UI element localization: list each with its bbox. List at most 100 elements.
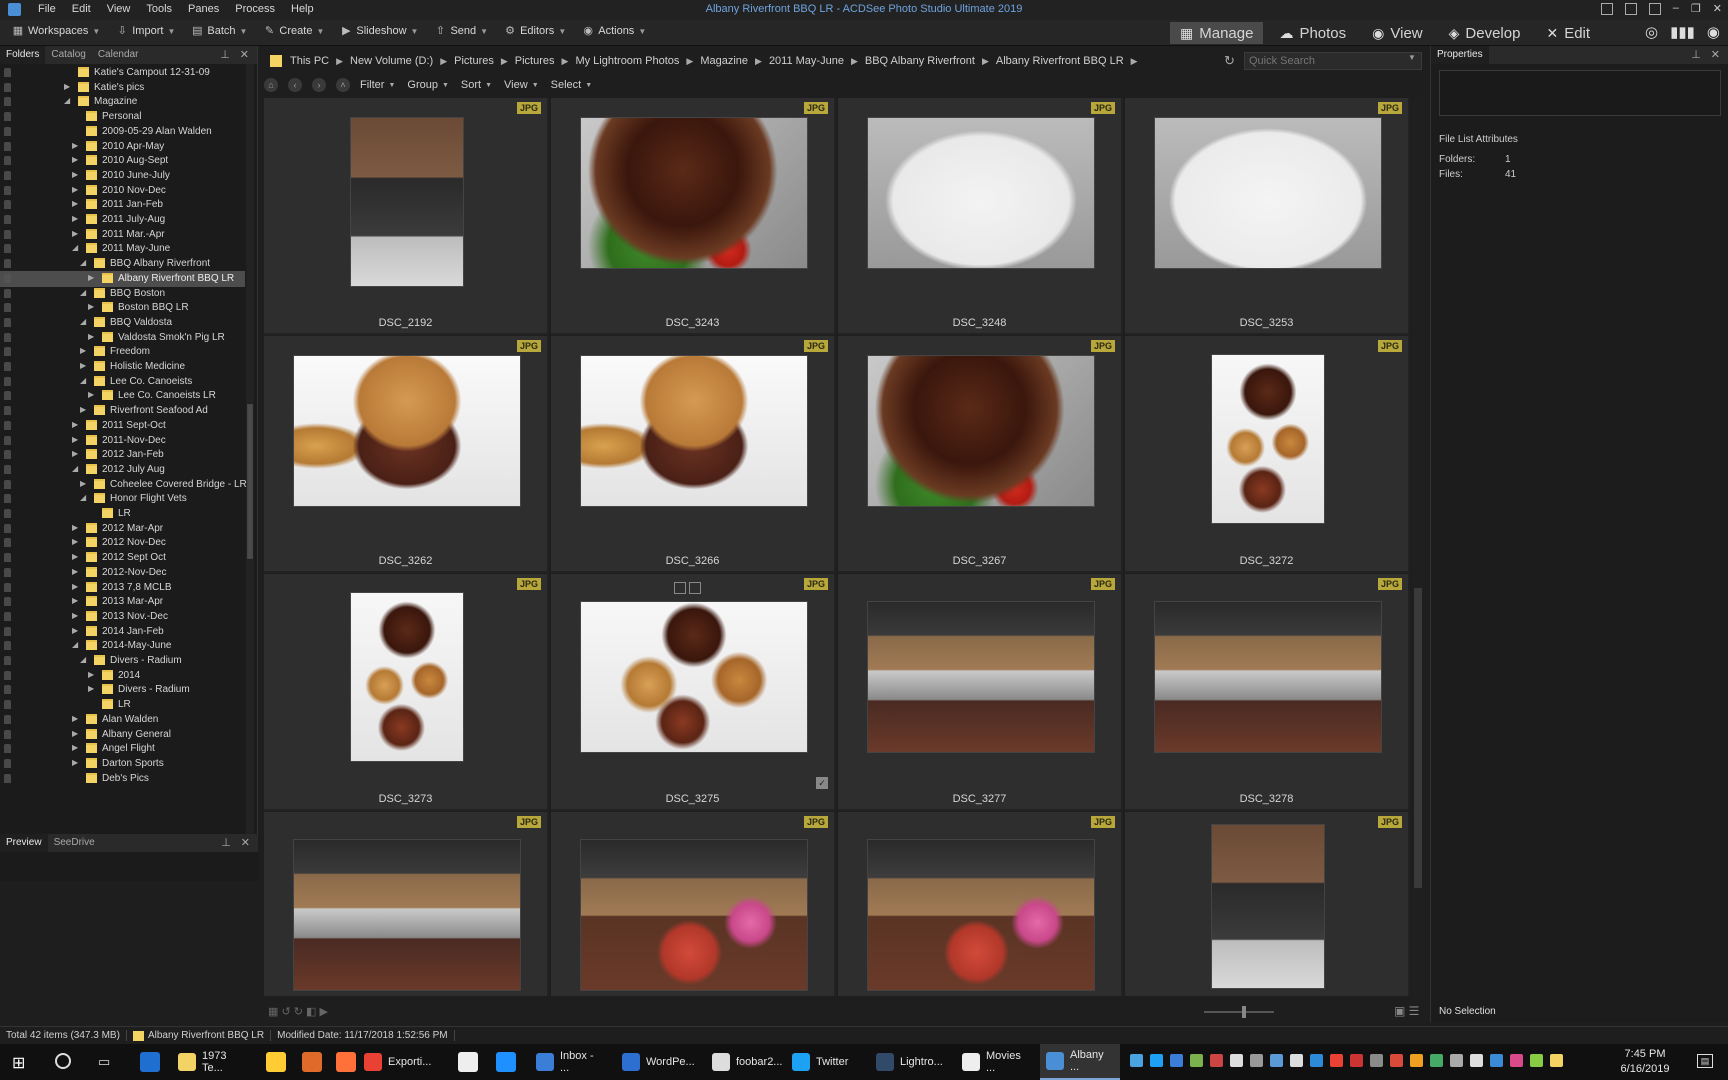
expand-toggle-icon[interactable]: ▶ [72, 214, 82, 223]
expand-toggle-icon[interactable]: ◢ [72, 464, 82, 473]
thumbnail-cell[interactable]: JPG [838, 812, 1123, 996]
breadcrumb-item[interactable]: BBQ Albany Riverfront ▶ [865, 55, 996, 67]
folder-tree-item[interactable]: ▶ 2011-Nov-Dec [0, 433, 245, 449]
folder-tree-item[interactable]: ▶ Divers - Radium [0, 682, 245, 698]
thumbnail-image[interactable] [293, 355, 521, 507]
expand-toggle-icon[interactable]: ▶ [72, 626, 82, 635]
expand-toggle-icon[interactable]: ▶ [88, 273, 98, 282]
tag-checkbox-icon[interactable]: ✓ [816, 777, 828, 789]
minimize-icon[interactable]: – [1673, 2, 1679, 15]
expand-toggle-icon[interactable]: ◢ [64, 96, 74, 105]
expand-toggle-icon[interactable]: ▶ [88, 670, 98, 679]
menu-file[interactable]: File [30, 3, 64, 15]
folder-tree-item[interactable]: ◢ BBQ Boston [0, 286, 245, 302]
folder-tree-item[interactable]: ◢ 2014-May-June [0, 638, 245, 654]
expand-toggle-icon[interactable]: ◢ [72, 243, 82, 252]
breadcrumb-arrow-icon[interactable]: ▶ [755, 56, 762, 67]
tray-icon[interactable] [1390, 1054, 1403, 1067]
expand-toggle-icon[interactable]: ▶ [80, 346, 90, 355]
expand-toggle-icon[interactable]: ▶ [88, 332, 98, 341]
toolbar-create-button[interactable]: ✎ Create ▼ [263, 25, 325, 37]
expand-toggle-icon[interactable]: ◢ [80, 258, 90, 267]
thumbnail-image[interactable] [867, 601, 1095, 753]
tray-icon[interactable] [1330, 1054, 1343, 1067]
thumbnail-image[interactable] [293, 839, 521, 991]
folder-tree-item[interactable]: ◢ BBQ Albany Riverfront [0, 256, 245, 272]
close-icon[interactable]: ✕ [1713, 2, 1722, 15]
breadcrumb-arrow-icon[interactable]: ▶ [851, 56, 858, 67]
expand-toggle-icon[interactable]: ▶ [88, 684, 98, 693]
up-icon[interactable]: ˄ [336, 78, 350, 92]
menu-tools[interactable]: Tools [138, 3, 180, 15]
tray-icon[interactable] [1550, 1054, 1563, 1067]
folder-tree-item[interactable]: ▶ 2010 Apr-May [0, 139, 245, 155]
tray-icon[interactable] [1490, 1054, 1503, 1067]
home-icon[interactable]: ⌂ [264, 78, 278, 92]
expand-toggle-icon[interactable]: ▶ [72, 611, 82, 620]
thumbnail-image[interactable] [580, 601, 808, 753]
expand-toggle-icon[interactable]: ▶ [64, 82, 74, 91]
folder-tree-item[interactable]: ▶ 2011 July-Aug [0, 212, 245, 228]
tray-icon[interactable] [1450, 1054, 1463, 1067]
pinned-app-icon[interactable] [458, 1052, 478, 1072]
expand-toggle-icon[interactable]: ◢ [80, 376, 90, 385]
layout-bottom-icon[interactable] [1624, 3, 1637, 15]
tray-icon[interactable] [1290, 1054, 1303, 1067]
layout-right-icon[interactable] [1648, 3, 1661, 15]
folder-tree-item[interactable]: ▶ 2010 Aug-Sept [0, 153, 245, 169]
thumbnail-image[interactable] [1211, 824, 1325, 989]
windows-start-icon[interactable]: ⊞ [12, 1053, 25, 1073]
thumbnail-image[interactable] [1154, 117, 1382, 269]
folder-tree-item[interactable]: ▶ Coheelee Covered Bridge - LR [0, 477, 247, 493]
expand-toggle-icon[interactable]: ▶ [72, 567, 82, 576]
menu-panes[interactable]: Panes [180, 3, 227, 15]
breadcrumb-item[interactable]: Pictures ▶ [515, 55, 576, 67]
folder-tree-item[interactable]: ▶ Riverfront Seafood Ad [0, 403, 245, 419]
expand-toggle-icon[interactable]: ▶ [72, 523, 82, 532]
thumbnail-image[interactable] [580, 839, 808, 991]
tree-vertical-scrollbar[interactable] [246, 64, 254, 854]
slider-handle[interactable] [1242, 1006, 1246, 1018]
folder-tree-item[interactable]: ▶ Katie's pics [0, 80, 245, 96]
thumbnail-image[interactable] [350, 117, 464, 287]
folder-tree-item[interactable]: ▶ Alan Walden [0, 712, 245, 728]
tray-icon[interactable] [1430, 1054, 1443, 1067]
pin-icon[interactable]: ⊥ [220, 48, 230, 61]
refresh-icon[interactable]: ↻ [1224, 53, 1235, 69]
thumbnail-cell[interactable]: JPG DSC_3266 [551, 336, 836, 573]
expand-toggle-icon[interactable]: ▶ [72, 743, 82, 752]
folder-tree-item[interactable]: LR [0, 506, 245, 522]
toolbar-actions-button[interactable]: ◉ Actions ▼ [582, 25, 646, 37]
toolbar-workspaces-button[interactable]: ▦ Workspaces ▼ [12, 25, 100, 37]
filter-group-button[interactable]: Group ▼ [407, 79, 449, 91]
filter-sort-button[interactable]: Sort ▼ [461, 79, 492, 91]
expand-toggle-icon[interactable]: ▶ [72, 170, 82, 179]
dashboard-icon[interactable]: ▮▮▮ [1670, 23, 1695, 41]
expand-toggle-icon[interactable]: ▶ [72, 141, 82, 150]
expand-toggle-icon[interactable]: ▶ [72, 229, 82, 238]
tray-icon[interactable] [1150, 1054, 1163, 1067]
toolbar-slideshow-button[interactable]: ▶ Slideshow ▼ [340, 25, 418, 37]
folder-tree-item[interactable]: ◢ Lee Co. Canoeists [0, 374, 245, 390]
tab-seedrive[interactable]: SeeDrive [48, 834, 101, 852]
clock[interactable]: 7:45 PM 6/16/2019 [1600, 1047, 1690, 1077]
mode-photos-button[interactable]: ☁ Photos [1269, 22, 1356, 44]
tab-catalog[interactable]: Catalog [45, 46, 91, 64]
folder-tree-item[interactable]: ▶ Valdosta Smok'n Pig LR [0, 330, 245, 346]
expand-toggle-icon[interactable]: ▶ [80, 361, 90, 370]
folder-tree-item[interactable]: ▶ 2011 Mar.-Apr [0, 227, 245, 243]
mode-develop-button[interactable]: ◈ Develop [1439, 22, 1531, 44]
taskbar-app-button[interactable]: Inbox - ... [530, 1044, 610, 1080]
thumbnail-image[interactable] [867, 355, 1095, 507]
thumbnail-cell[interactable]: JPG DSC_3253 [1125, 98, 1410, 335]
breadcrumb-item[interactable]: 2011 May-June ▶ [769, 55, 865, 67]
toolbar-batch-button[interactable]: ▤ Batch ▼ [191, 25, 247, 37]
thumbnail-cell[interactable]: JPG DSC_2192 [264, 98, 549, 335]
folder-tree-item[interactable]: ◢ Magazine [0, 94, 245, 110]
tray-icon[interactable] [1530, 1054, 1543, 1067]
folder-tree-item[interactable]: ▶ Lee Co. Canoeists LR [0, 388, 245, 404]
folder-tree-item[interactable]: ▶ 2012 Sept Oct [0, 550, 245, 566]
expand-toggle-icon[interactable]: ▶ [72, 729, 82, 738]
folder-tree-item[interactable]: ◢ 2011 May-June [0, 241, 245, 257]
taskbar-app-button[interactable]: Exporti... [358, 1044, 438, 1080]
